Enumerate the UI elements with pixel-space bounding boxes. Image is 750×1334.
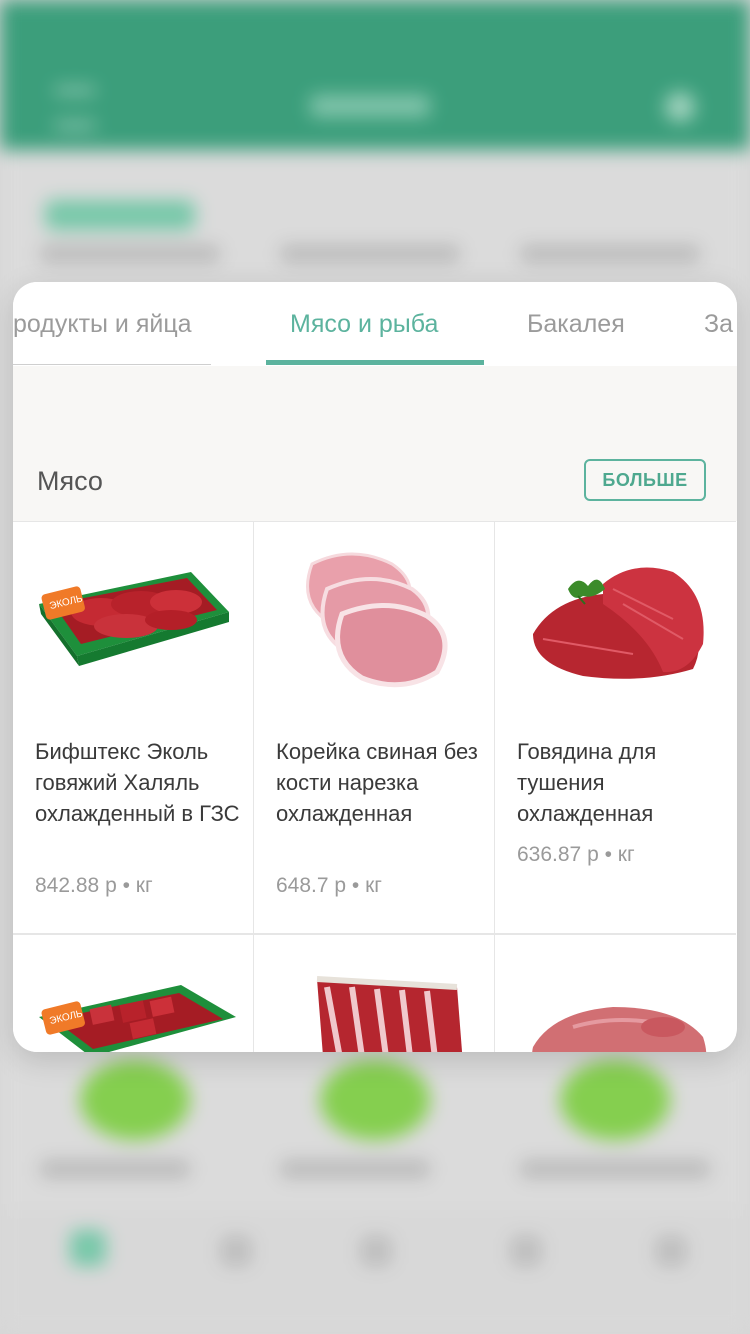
nav-icon [220, 1235, 252, 1267]
meat-tray-cubes-image: ЭКОЛЬ [39, 985, 236, 1052]
tab-meat-fish[interactable]: Мясо и рыба [290, 310, 438, 339]
product-card[interactable]: Корейка свиная без кости нарезка охлажде… [254, 521, 495, 934]
background-blob [320, 1060, 430, 1140]
product-name: Бифштекс Эколь говяжий Халяль охлажденны… [35, 739, 240, 826]
section-header: Мясо БОЛЬШЕ [13, 366, 737, 521]
background-blob [80, 1060, 190, 1140]
background-line [520, 245, 700, 263]
category-tabs: родукты и яйца Мясо и рыба Бакалея За [13, 282, 737, 366]
product-card[interactable] [254, 934, 495, 1052]
product-name: Корейка свиная без кости нарезка охлажде… [276, 739, 478, 826]
more-button[interactable]: БОЛЬШЕ [584, 459, 706, 501]
active-tab-indicator [266, 360, 484, 365]
cart-icon [665, 92, 695, 122]
background-line [280, 1160, 430, 1178]
nav-icon [510, 1235, 542, 1267]
background-line [280, 245, 460, 263]
tab-divider [13, 364, 211, 365]
nav-icon [655, 1235, 687, 1267]
section-title: Мясо [37, 466, 103, 496]
background-line [40, 245, 220, 263]
background-blob [560, 1060, 670, 1140]
product-card[interactable]: ЭКОЛЬ [13, 934, 254, 1052]
tab-grocery[interactable]: Бакалея [527, 310, 625, 339]
product-price: 636.87 р • кг [517, 843, 635, 866]
pork-piece-image [532, 1007, 707, 1052]
category-preview-card: родукты и яйца Мясо и рыба Бакалея За Мя… [13, 282, 737, 1052]
product-price: 648.7 р • кг [276, 874, 382, 897]
product-card[interactable]: Говядина для тушения охлажденная 636.87 … [495, 521, 736, 934]
tab-dairy[interactable]: родукты и яйца [13, 310, 192, 339]
nav-icon [70, 1230, 106, 1266]
background-header [0, 0, 750, 150]
beef-cut-image [533, 567, 704, 679]
product-card[interactable]: ЭКОЛЬ Бифштекс Эколь говяжий Халяль охла… [13, 521, 254, 934]
product-card[interactable] [495, 934, 736, 1052]
background-line [520, 1160, 710, 1178]
background-line [40, 1160, 190, 1178]
background-bottom-nav [0, 1210, 750, 1334]
background-title [310, 95, 430, 117]
product-name: Говядина для тушения охлажденная [517, 739, 657, 826]
product-price: 842.88 р • кг [35, 874, 153, 897]
pork-loin-image [306, 552, 448, 688]
nav-icon [360, 1235, 392, 1267]
menu-icon [55, 88, 95, 128]
tab-next[interactable]: За [704, 310, 733, 339]
background-pill [45, 200, 195, 230]
beef-ribs-image [316, 976, 463, 1052]
meat-tray-image: ЭКОЛЬ [39, 572, 229, 666]
